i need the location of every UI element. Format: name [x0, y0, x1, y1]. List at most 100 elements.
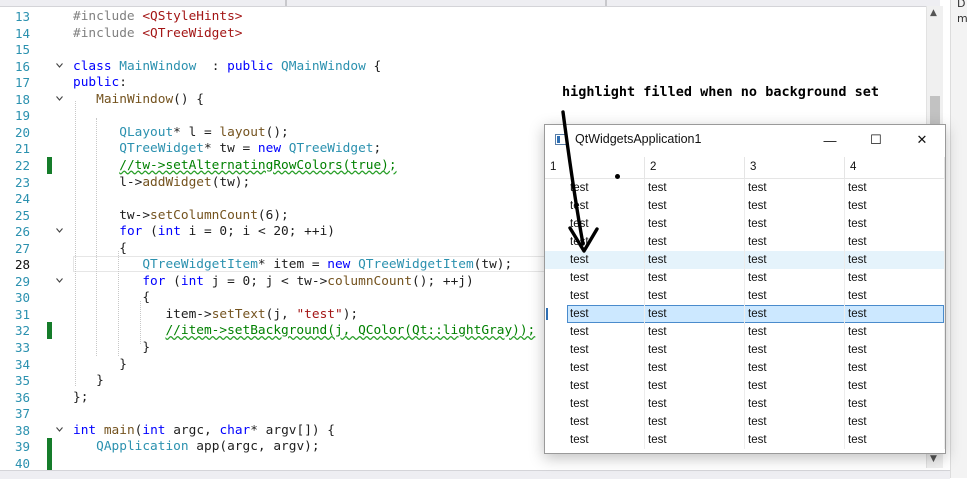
tree-cell[interactable]: test	[567, 197, 645, 215]
tree-cell[interactable]: test	[567, 287, 645, 305]
tree-cell[interactable]: test	[745, 287, 845, 305]
tree-item-row[interactable]: test test test test	[545, 377, 945, 395]
tree-item-row[interactable]: test test test test	[545, 215, 945, 233]
tree-cell[interactable]: test	[745, 215, 845, 233]
maximize-button[interactable]: ☐	[853, 125, 899, 155]
column-header[interactable]: 2	[645, 157, 745, 178]
tree-cell[interactable]: test	[745, 341, 845, 359]
tree-cell[interactable]: test	[745, 269, 845, 287]
tree-cell[interactable]: test	[845, 341, 945, 359]
tree-cell[interactable]: test	[645, 431, 745, 449]
tree-item-row[interactable]: test test test test	[545, 287, 945, 305]
window-titlebar[interactable]: QtWidgetsApplication1 — ☐ ✕	[545, 125, 945, 155]
tree-cell[interactable]: test	[845, 179, 945, 197]
tree-cell[interactable]: test	[645, 287, 745, 305]
tree-item-row[interactable]: test test test test	[545, 179, 945, 197]
code-token: * tw =	[203, 141, 258, 157]
tree-cell[interactable]: test	[745, 431, 845, 449]
minimize-button[interactable]: —	[807, 125, 853, 155]
code-line[interactable]: 40	[0, 454, 926, 470]
tree-item-row[interactable]: test test test test	[545, 197, 945, 215]
tree-item-row[interactable]: test test test test	[545, 305, 945, 323]
tree-cell[interactable]: test	[567, 233, 645, 251]
tree-item-row[interactable]: test test test test	[545, 251, 945, 269]
tree-cell[interactable]: test	[845, 197, 945, 215]
tree-cell[interactable]: test	[567, 377, 645, 395]
tree-cell[interactable]: test	[745, 233, 845, 251]
code-line[interactable]: 19	[0, 107, 926, 124]
code-line[interactable]: 13 #include <QStyleHints>	[0, 8, 926, 25]
tree-cell[interactable]: test	[645, 251, 745, 269]
tree-cell[interactable]: test	[567, 251, 645, 269]
tree-cell[interactable]: test	[567, 305, 645, 323]
tree-cell[interactable]: test	[645, 269, 745, 287]
tree-cell[interactable]: test	[745, 395, 845, 413]
fold-chevron-icon[interactable]	[56, 95, 63, 101]
column-header[interactable]: 3	[745, 157, 845, 178]
tree-cell[interactable]: test	[845, 359, 945, 377]
tree-cell[interactable]: test	[567, 323, 645, 341]
tree-cell[interactable]: test	[645, 377, 745, 395]
tree-cell[interactable]: test	[567, 431, 645, 449]
code-line[interactable]: 14 #include <QTreeWidget>	[0, 25, 926, 42]
tree-cell[interactable]: test	[745, 251, 845, 269]
scroll-up-icon[interactable]: ▲	[930, 8, 937, 18]
qt-app-window[interactable]: QtWidgetsApplication1 — ☐ ✕ 1 2 3 4 test…	[544, 124, 946, 454]
tree-cell[interactable]: test	[745, 359, 845, 377]
tree-cell[interactable]: test	[745, 377, 845, 395]
tree-cell[interactable]: test	[845, 323, 945, 341]
tree-item-row[interactable]: test test test test	[545, 323, 945, 341]
tree-item-row[interactable]: test test test test	[545, 395, 945, 413]
tree-item-row[interactable]: test test test test	[545, 413, 945, 431]
tree-cell[interactable]: test	[645, 305, 745, 323]
tree-cell[interactable]: test	[567, 215, 645, 233]
tree-cell[interactable]: test	[845, 269, 945, 287]
tree-cell[interactable]: test	[567, 413, 645, 431]
tree-cell[interactable]: test	[645, 233, 745, 251]
tree-cell[interactable]: test	[567, 359, 645, 377]
tree-item-row[interactable]: test test test test	[545, 431, 945, 449]
tree-cell[interactable]: test	[845, 251, 945, 269]
tree-cell[interactable]: test	[645, 197, 745, 215]
tree-cell[interactable]: test	[645, 359, 745, 377]
column-header[interactable]: 1	[545, 157, 645, 178]
tree-cell[interactable]: test	[745, 197, 845, 215]
tree-cell[interactable]: test	[845, 215, 945, 233]
tree-cell[interactable]: test	[745, 305, 845, 323]
column-header[interactable]: 4	[845, 157, 945, 178]
tree-cell[interactable]: test	[845, 287, 945, 305]
tree-cell[interactable]: test	[645, 395, 745, 413]
tree-cell[interactable]: test	[645, 215, 745, 233]
tree-cell[interactable]: test	[645, 413, 745, 431]
tree-cell[interactable]: test	[567, 269, 645, 287]
tree-cell[interactable]: test	[745, 179, 845, 197]
fold-chevron-icon[interactable]	[56, 277, 63, 283]
tree-item-row[interactable]: test test test test	[545, 341, 945, 359]
tree-item-row[interactable]: test test test test	[545, 359, 945, 377]
code-line[interactable]: 15	[0, 41, 926, 58]
tree-item-row[interactable]: test test test test	[545, 233, 945, 251]
tree-cell[interactable]: test	[745, 413, 845, 431]
tree-cell[interactable]: test	[567, 179, 645, 197]
fold-chevron-icon[interactable]	[56, 426, 63, 432]
scroll-down-icon[interactable]: ▼	[930, 454, 937, 464]
tree-header[interactable]: 1 2 3 4	[545, 157, 945, 179]
tree-cell[interactable]: test	[845, 233, 945, 251]
tree-cell[interactable]: test	[845, 305, 945, 323]
tree-cell[interactable]: test	[845, 395, 945, 413]
tree-cell[interactable]: test	[645, 323, 745, 341]
tree-cell[interactable]: test	[567, 395, 645, 413]
close-button[interactable]: ✕	[899, 125, 945, 155]
tree-cell[interactable]: test	[745, 323, 845, 341]
tree-cell[interactable]: test	[845, 431, 945, 449]
tree-cell[interactable]: test	[845, 377, 945, 395]
fold-chevron-icon[interactable]	[56, 62, 63, 68]
fold-chevron-icon[interactable]	[56, 228, 63, 233]
tree-item-row[interactable]: test test test test	[545, 269, 945, 287]
tree-cell[interactable]: test	[645, 341, 745, 359]
tree-cell[interactable]: test	[645, 179, 745, 197]
tree-cell[interactable]: test	[567, 341, 645, 359]
tree-cell[interactable]: test	[845, 413, 945, 431]
code-line[interactable]: 16 class MainWindow : public QMainWindow …	[0, 58, 926, 75]
